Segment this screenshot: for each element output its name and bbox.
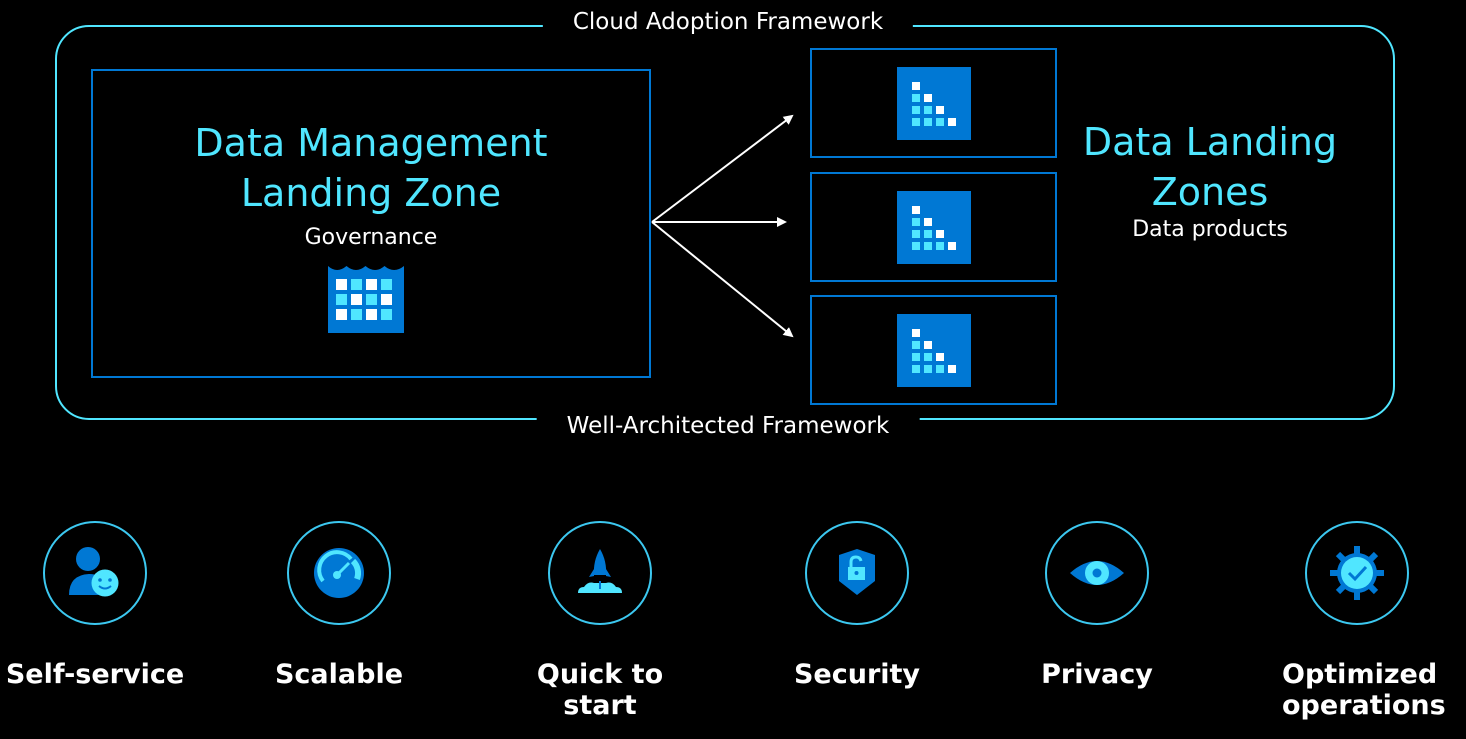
gear-check-icon [1330, 546, 1384, 600]
well-architected-framework-label: Well-Architected Framework [536, 413, 920, 439]
arrow-to-zone-1 [651, 114, 794, 223]
dmlz-title-line1: Data Management [194, 121, 548, 165]
data-landing-zone-box [810, 48, 1057, 158]
distribution-arrows [651, 114, 794, 338]
dmlz-title-line2: Landing Zone [240, 171, 502, 215]
data-landing-zone-box [810, 172, 1057, 282]
lake-cell [336, 309, 347, 320]
data-landing-zone-box [810, 295, 1057, 405]
lake-cell [381, 309, 392, 320]
feature-label: Self-service [5, 659, 185, 690]
lake-cell [366, 279, 377, 290]
governance-subtitle: Governance [304, 225, 438, 250]
data-landing-zones-title: Data Landing Zones [1060, 117, 1360, 217]
cloud-adoption-framework-label: Cloud Adoption Framework [542, 9, 914, 35]
lake-cell [351, 309, 362, 320]
lake-cell [366, 294, 377, 305]
analytics-staircase-icon [897, 191, 971, 264]
feature-label: Scalable [274, 659, 404, 690]
data-management-landing-zone-title: Data Management Landing Zone [91, 118, 651, 218]
self-service-circle [43, 521, 147, 625]
data-lake-icon [328, 266, 404, 333]
data-products-subtitle: Data products [1132, 217, 1288, 242]
feature-label: Quick to start [536, 659, 664, 721]
lake-cell [336, 279, 347, 290]
analytics-staircase-icon [897, 314, 971, 387]
lake-cell [366, 309, 377, 320]
shield-lock-icon [839, 549, 875, 595]
rocket-icon [578, 549, 622, 593]
lake-cell [336, 294, 347, 305]
lake-cell [351, 279, 362, 290]
scalable-circle [287, 521, 391, 625]
feature-label: Privacy [1041, 659, 1153, 690]
lake-cell [381, 294, 392, 305]
eye-icon [1070, 561, 1124, 585]
optimized-operations-circle [1305, 521, 1409, 625]
dlz-title-line2: Zones [1151, 170, 1269, 214]
feature-label: Security [793, 659, 921, 690]
feature-label: Optimized operations [1282, 659, 1446, 721]
quick-to-start-circle [548, 521, 652, 625]
privacy-circle [1045, 521, 1149, 625]
dlz-title-line1: Data Landing [1082, 120, 1338, 164]
gauge-icon [314, 548, 364, 598]
security-circle [805, 521, 909, 625]
arrow-to-zone-3 [651, 221, 794, 338]
lake-cell [351, 294, 362, 305]
user-smile-icon [69, 547, 119, 597]
analytics-staircase-icon [897, 67, 971, 140]
lake-cell [381, 279, 392, 290]
